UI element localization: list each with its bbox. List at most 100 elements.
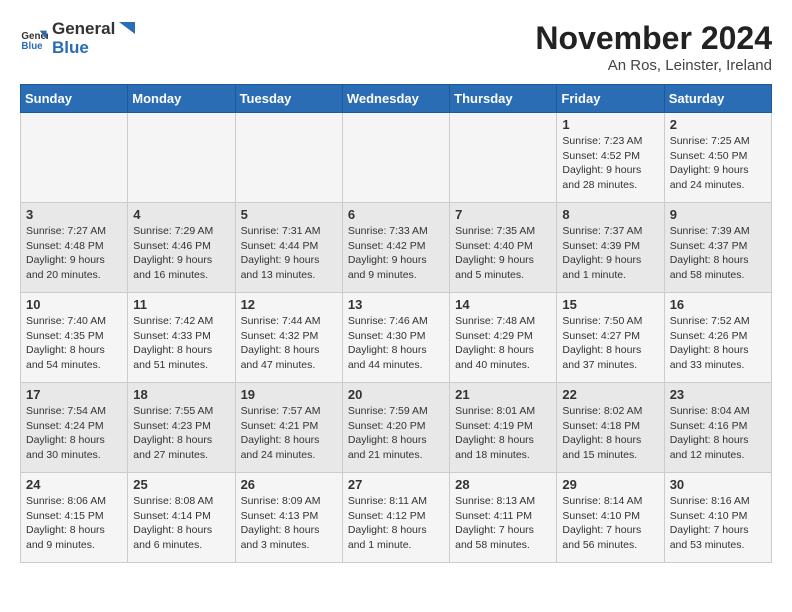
day-number: 28: [455, 477, 551, 492]
day-number: 12: [241, 297, 337, 312]
day-of-week-header: Saturday: [664, 85, 771, 113]
day-of-week-header: Sunday: [21, 85, 128, 113]
calendar-day-cell: 1 Sunrise: 7:23 AM Sunset: 4:52 PM Daylig…: [557, 113, 664, 203]
calendar-day-cell: 24 Sunrise: 8:06 AM Sunset: 4:15 PM Dayli…: [21, 473, 128, 563]
day-info: Sunrise: 8:16 AM Sunset: 4:10 PM Dayligh…: [670, 494, 766, 553]
calendar-day-cell: 19Sunrise: 7:57 AM Sunset: 4:21 PM Dayli…: [235, 383, 342, 473]
day-info: Sunrise: 8:11 AM Sunset: 4:12 PM Dayligh…: [348, 494, 444, 553]
day-number: 7: [455, 207, 551, 222]
calendar-week-row: 24 Sunrise: 8:06 AM Sunset: 4:15 PM Dayli…: [21, 473, 772, 563]
calendar-week-row: 17 Sunrise: 7:54 AM Sunset: 4:24 PM Dayli…: [21, 383, 772, 473]
day-number: 15: [562, 297, 658, 312]
day-info: Sunrise: 8:08 AM Sunset: 4:14 PM Dayligh…: [133, 494, 229, 553]
day-info: Sunrise: 7:31 AM Sunset: 4:44 PM Dayligh…: [241, 224, 337, 283]
calendar-day-cell: 15 Sunrise: 7:50 AM Sunset: 4:27 PM Dayli…: [557, 293, 664, 383]
day-number: 3: [26, 207, 122, 222]
day-info: Sunrise: 8:14 AM Sunset: 4:10 PM Dayligh…: [562, 494, 658, 553]
calendar-header-row: SundayMondayTuesdayWednesdayThursdayFrid…: [21, 85, 772, 113]
day-info: Sunrise: 7:42 AM Sunset: 4:33 PM Dayligh…: [133, 314, 229, 373]
calendar-day-cell: [235, 113, 342, 203]
day-of-week-header: Monday: [128, 85, 235, 113]
day-of-week-header: Tuesday: [235, 85, 342, 113]
day-info: Sunrise: 7:35 AM Sunset: 4:40 PM Dayligh…: [455, 224, 551, 283]
calendar-day-cell: 29 Sunrise: 8:14 AM Sunset: 4:10 PM Dayli…: [557, 473, 664, 563]
calendar-day-cell: 18 Sunrise: 7:55 AM Sunset: 4:23 PM Dayli…: [128, 383, 235, 473]
calendar-day-cell: 3Sunrise: 7:27 AM Sunset: 4:48 PM Daylig…: [21, 203, 128, 293]
calendar-day-cell: 14 Sunrise: 7:48 AM Sunset: 4:29 PM Dayli…: [450, 293, 557, 383]
calendar-week-row: 3Sunrise: 7:27 AM Sunset: 4:48 PM Daylig…: [21, 203, 772, 293]
calendar-day-cell: 30 Sunrise: 8:16 AM Sunset: 4:10 PM Dayli…: [664, 473, 771, 563]
day-number: 8: [562, 207, 658, 222]
day-info: Sunrise: 8:06 AM Sunset: 4:15 PM Dayligh…: [26, 494, 122, 553]
day-number: 4: [133, 207, 229, 222]
day-number: 26: [241, 477, 337, 492]
day-info: Sunrise: 7:37 AM Sunset: 4:39 PM Dayligh…: [562, 224, 658, 283]
day-info: Sunrise: 8:09 AM Sunset: 4:13 PM Dayligh…: [241, 494, 337, 553]
day-number: 1: [562, 117, 658, 132]
day-number: 18: [133, 387, 229, 402]
calendar-table: SundayMondayTuesdayWednesdayThursdayFrid…: [20, 84, 772, 563]
calendar-day-cell: 6Sunrise: 7:33 AM Sunset: 4:42 PM Daylig…: [342, 203, 449, 293]
day-info: Sunrise: 7:23 AM Sunset: 4:52 PM Dayligh…: [562, 134, 658, 193]
day-info: Sunrise: 7:39 AM Sunset: 4:37 PM Dayligh…: [670, 224, 766, 283]
day-number: 27: [348, 477, 444, 492]
day-number: 17: [26, 387, 122, 402]
day-of-week-header: Friday: [557, 85, 664, 113]
calendar-week-row: 1 Sunrise: 7:23 AM Sunset: 4:52 PM Daylig…: [21, 113, 772, 203]
title-area: November 2024 An Ros, Leinster, Ireland: [535, 20, 772, 74]
day-number: 29: [562, 477, 658, 492]
day-number: 21: [455, 387, 551, 402]
calendar-day-cell: 22 Sunrise: 8:02 AM Sunset: 4:18 PM Dayli…: [557, 383, 664, 473]
calendar-day-cell: 9 Sunrise: 7:39 AM Sunset: 4:37 PM Daylig…: [664, 203, 771, 293]
calendar-day-cell: 5 Sunrise: 7:31 AM Sunset: 4:44 PM Daylig…: [235, 203, 342, 293]
location: An Ros, Leinster, Ireland: [535, 57, 772, 74]
day-number: 14: [455, 297, 551, 312]
day-number: 5: [241, 207, 337, 222]
day-info: Sunrise: 7:44 AM Sunset: 4:32 PM Dayligh…: [241, 314, 337, 373]
calendar-day-cell: 8 Sunrise: 7:37 AM Sunset: 4:39 PM Daylig…: [557, 203, 664, 293]
day-info: Sunrise: 7:40 AM Sunset: 4:35 PM Dayligh…: [26, 314, 122, 373]
logo: General Blue General Blue: [20, 20, 137, 58]
svg-text:Blue: Blue: [21, 41, 43, 52]
logo-blue-text: Blue: [52, 38, 137, 58]
day-info: Sunrise: 7:25 AM Sunset: 4:50 PM Dayligh…: [670, 134, 766, 193]
calendar-day-cell: 28Sunrise: 8:13 AM Sunset: 4:11 PM Dayli…: [450, 473, 557, 563]
day-number: 25: [133, 477, 229, 492]
calendar-day-cell: 26 Sunrise: 8:09 AM Sunset: 4:13 PM Dayli…: [235, 473, 342, 563]
calendar-day-cell: 10 Sunrise: 7:40 AM Sunset: 4:35 PM Dayli…: [21, 293, 128, 383]
day-number: 9: [670, 207, 766, 222]
calendar-day-cell: 2Sunrise: 7:25 AM Sunset: 4:50 PM Daylig…: [664, 113, 771, 203]
day-number: 16: [670, 297, 766, 312]
day-number: 30: [670, 477, 766, 492]
logo-text: General: [52, 20, 137, 40]
day-info: Sunrise: 8:01 AM Sunset: 4:19 PM Dayligh…: [455, 404, 551, 463]
day-info: Sunrise: 7:29 AM Sunset: 4:46 PM Dayligh…: [133, 224, 229, 283]
calendar-week-row: 10 Sunrise: 7:40 AM Sunset: 4:35 PM Dayli…: [21, 293, 772, 383]
logo-icon: General Blue: [20, 25, 48, 53]
day-info: Sunrise: 7:46 AM Sunset: 4:30 PM Dayligh…: [348, 314, 444, 373]
day-info: Sunrise: 7:50 AM Sunset: 4:27 PM Dayligh…: [562, 314, 658, 373]
day-of-week-header: Wednesday: [342, 85, 449, 113]
header: General Blue General Blue November 2024 …: [20, 20, 772, 74]
day-number: 10: [26, 297, 122, 312]
calendar-day-cell: 7 Sunrise: 7:35 AM Sunset: 4:40 PM Daylig…: [450, 203, 557, 293]
month-title: November 2024: [535, 20, 772, 57]
day-number: 19: [241, 387, 337, 402]
day-info: Sunrise: 7:48 AM Sunset: 4:29 PM Dayligh…: [455, 314, 551, 373]
calendar-day-cell: 20Sunrise: 7:59 AM Sunset: 4:20 PM Dayli…: [342, 383, 449, 473]
day-info: Sunrise: 7:55 AM Sunset: 4:23 PM Dayligh…: [133, 404, 229, 463]
calendar-day-cell: 11Sunrise: 7:42 AM Sunset: 4:33 PM Dayli…: [128, 293, 235, 383]
calendar-day-cell: [342, 113, 449, 203]
day-number: 22: [562, 387, 658, 402]
day-info: Sunrise: 7:52 AM Sunset: 4:26 PM Dayligh…: [670, 314, 766, 373]
day-number: 24: [26, 477, 122, 492]
calendar-day-cell: 17 Sunrise: 7:54 AM Sunset: 4:24 PM Dayli…: [21, 383, 128, 473]
calendar-day-cell: 4 Sunrise: 7:29 AM Sunset: 4:46 PM Daylig…: [128, 203, 235, 293]
day-number: 23: [670, 387, 766, 402]
calendar-day-cell: 27 Sunrise: 8:11 AM Sunset: 4:12 PM Dayli…: [342, 473, 449, 563]
calendar-day-cell: 13Sunrise: 7:46 AM Sunset: 4:30 PM Dayli…: [342, 293, 449, 383]
day-info: Sunrise: 8:02 AM Sunset: 4:18 PM Dayligh…: [562, 404, 658, 463]
day-info: Sunrise: 7:54 AM Sunset: 4:24 PM Dayligh…: [26, 404, 122, 463]
calendar-day-cell: 21 Sunrise: 8:01 AM Sunset: 4:19 PM Dayli…: [450, 383, 557, 473]
calendar-day-cell: 23Sunrise: 8:04 AM Sunset: 4:16 PM Dayli…: [664, 383, 771, 473]
